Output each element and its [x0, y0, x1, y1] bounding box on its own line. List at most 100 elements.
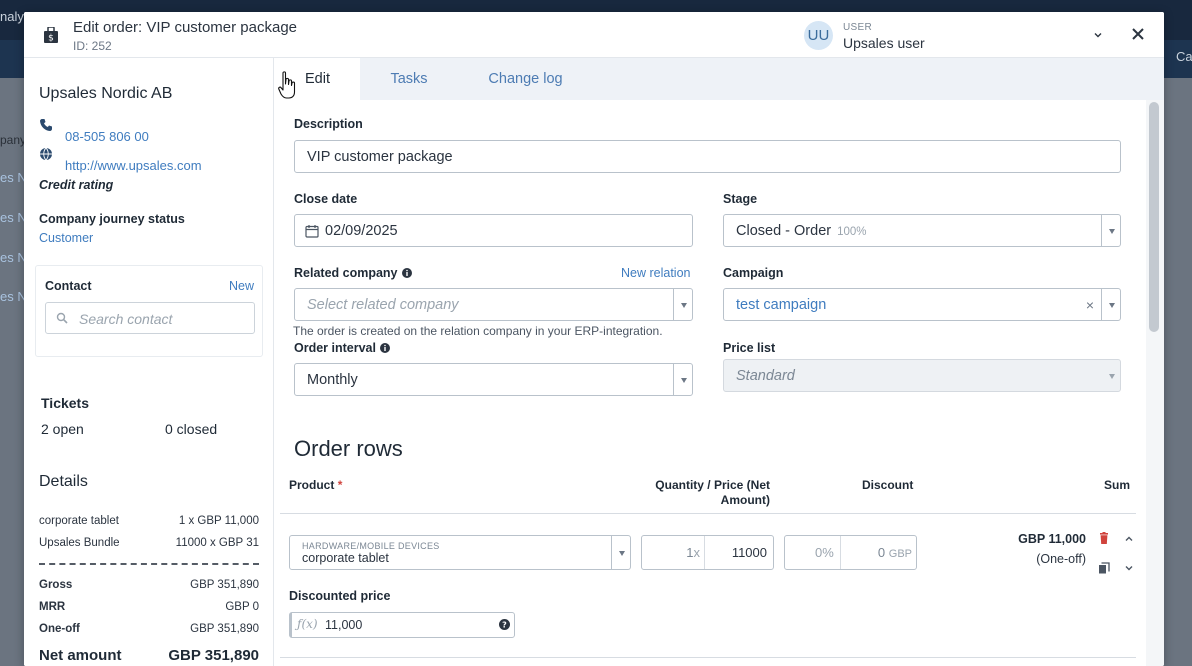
journey-status-value[interactable]: Customer [39, 231, 93, 245]
sum-column-header: Sum [1104, 478, 1131, 492]
chevron-down-icon[interactable] [1092, 29, 1104, 41]
description-value: VIP customer package [307, 149, 453, 165]
field-divider [840, 536, 841, 569]
caret-down-icon [619, 551, 625, 556]
total-row-one-off: One-off GBP 351,890 [39, 623, 259, 635]
discount-input[interactable]: 0% 0 GBP [784, 535, 917, 570]
tickets-open[interactable]: 2 open [41, 421, 84, 437]
tab-bar: Edit Tasks Change log [275, 58, 1164, 100]
product-column-header: Product * [289, 478, 342, 492]
info-icon[interactable] [401, 268, 412, 278]
help-icon[interactable]: ? [499, 619, 510, 630]
svg-text:$: $ [48, 34, 54, 44]
price-value[interactable]: 11000 [732, 545, 767, 560]
caret-down-icon [1109, 374, 1115, 379]
quantity-price-header-line: Amount) [720, 493, 770, 507]
svg-text:?: ? [502, 621, 507, 630]
close-date-input[interactable]: 02/09/2025 [294, 214, 693, 247]
tickets-label: Tickets [41, 395, 89, 411]
chevron-down-icon[interactable] [1123, 562, 1135, 574]
quantity-price-column-header: Quantity / Price (Net Amount) [640, 478, 770, 508]
tickets-closed[interactable]: 0 closed [165, 421, 217, 437]
select-divider [673, 289, 674, 320]
close-icon[interactable] [1128, 24, 1148, 44]
formula-icon: ƒ(x) [297, 617, 318, 631]
related-company-hint: The order is created on the relation com… [293, 324, 663, 338]
campaign-select[interactable]: test campaign × [723, 288, 1121, 321]
new-relation-link[interactable]: New relation [621, 266, 690, 280]
total-name: Gross [39, 579, 73, 591]
order-interval-select[interactable]: Monthly [294, 363, 693, 396]
calendar-icon [305, 225, 319, 238]
quantity-price-header-line: Quantity / Price (Net [655, 478, 770, 492]
price-list-value: Standard [736, 368, 795, 384]
tab-tasks[interactable]: Tasks [360, 58, 458, 100]
net-amount-row: Net amount GBP 351,890 [39, 647, 259, 664]
user-avatar[interactable]: UU [804, 21, 833, 50]
background-text: es N [0, 210, 27, 225]
close-date-value: 02/09/2025 [325, 223, 398, 239]
caret-down-icon [681, 303, 687, 308]
company-website-link[interactable]: http://www.upsales.com [65, 158, 202, 173]
detail-name: Upsales Bundle [39, 537, 120, 549]
total-name: One-off [39, 623, 80, 635]
total-row-gross: Gross GBP 351,890 [39, 579, 259, 591]
quantity-price-input[interactable]: 1x 11000 [641, 535, 774, 570]
stage-value: Closed - Order [736, 223, 832, 239]
total-name: MRR [39, 601, 66, 613]
company-name[interactable]: Upsales Nordic AB [39, 85, 172, 103]
contact-search[interactable] [45, 302, 255, 334]
chevron-up-icon[interactable] [1123, 533, 1135, 545]
stage-select[interactable]: Closed - Order 100% [723, 214, 1121, 247]
detail-value: 1 x GBP 11,000 [178, 515, 259, 527]
new-contact-button[interactable]: New [229, 279, 254, 293]
info-icon[interactable] [379, 343, 390, 353]
user-label: USER [843, 22, 872, 33]
stage-label: Stage [723, 192, 758, 206]
user-name[interactable]: Upsales user [843, 35, 925, 51]
globe-icon [40, 147, 52, 161]
journey-status-label: Company journey status [39, 212, 185, 226]
discount-amount[interactable]: 0 [878, 545, 885, 560]
row-sum-type: (One-off) [1036, 552, 1086, 566]
related-company-select[interactable]: Select related company [294, 288, 693, 321]
discounted-price-label: Discounted price [289, 589, 391, 603]
contact-search-input[interactable] [79, 309, 249, 329]
caret-down-icon [1109, 229, 1115, 234]
select-divider [1101, 289, 1102, 320]
company-phone-link[interactable]: 08-505 806 00 [65, 129, 149, 144]
description-input[interactable]: VIP customer package [294, 140, 1121, 173]
select-divider [673, 364, 674, 395]
detail-row: corporate tablet 1 x GBP 11,000 [39, 515, 259, 527]
description-label: Description [294, 117, 363, 131]
scrollbar-thumb[interactable] [1149, 102, 1159, 332]
row-divider [280, 657, 1136, 658]
modal-header: $ Edit order: VIP customer package ID: 2… [24, 12, 1164, 58]
modal-title: Edit order: VIP customer package [73, 19, 298, 36]
caret-down-icon [1109, 303, 1115, 308]
clear-icon[interactable]: × [1086, 297, 1094, 313]
total-row-mrr: MRR GBP 0 [39, 601, 259, 613]
total-value: GBP 351,890 [190, 579, 259, 591]
product-select[interactable]: HARDWARE/MOBILE DEVICES corporate tablet [289, 535, 631, 570]
background-text: es N [0, 250, 27, 265]
trash-icon[interactable] [1098, 532, 1110, 544]
total-value: GBP 0 [225, 601, 259, 613]
company-sidebar: Upsales Nordic AB 08-505 806 00 http://w… [24, 58, 274, 666]
quantity-value[interactable]: 1 [686, 545, 693, 560]
detail-name: corporate tablet [39, 515, 119, 527]
caret-down-icon [681, 378, 687, 383]
campaign-value: test campaign [736, 297, 827, 313]
stage-probability: 100% [837, 226, 867, 238]
background-text: es N [0, 289, 27, 304]
related-company-placeholder: Select related company [307, 297, 459, 313]
discounted-price-value: 11,000 [325, 618, 363, 632]
row-sum: GBP 11,000 [1018, 532, 1086, 546]
quantity-suffix: x [693, 545, 701, 560]
detail-value: 11000 x GBP 31 [175, 537, 259, 549]
tab-change-log[interactable]: Change log [458, 58, 593, 100]
field-divider [704, 536, 705, 569]
discounted-price-input[interactable]: ƒ(x) 11,000 ? [289, 612, 515, 638]
close-date-label: Close date [294, 192, 358, 206]
copy-icon[interactable] [1098, 562, 1110, 574]
